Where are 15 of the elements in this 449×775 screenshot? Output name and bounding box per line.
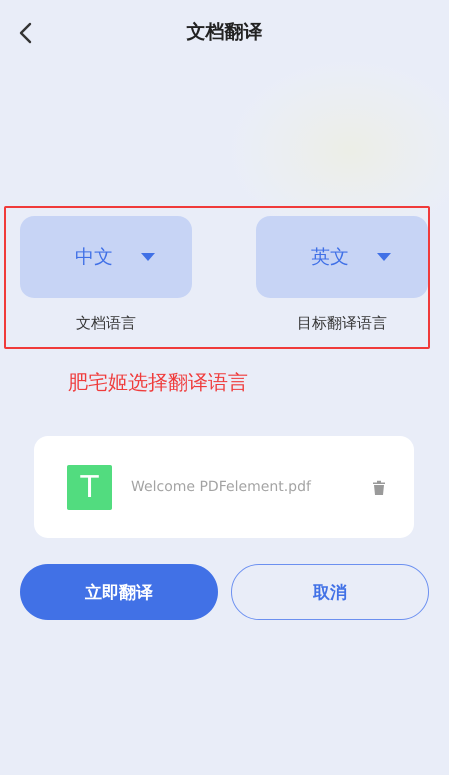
dropdown-caret-icon — [141, 253, 155, 261]
language-dropdown[interactable]: 英文 — [256, 216, 428, 298]
language-label: 文档语言 — [76, 314, 136, 333]
language-label: 目标翻译语言 — [297, 314, 387, 333]
back-icon — [18, 22, 32, 44]
page-title: 文档翻译 — [186, 20, 262, 45]
dropdown-caret-icon — [377, 253, 391, 261]
language-dropdown[interactable]: 中文 — [20, 216, 192, 298]
translate-button[interactable]: 立即翻译 — [20, 564, 218, 620]
file-name: Welcome PDFelement.pdf — [131, 479, 312, 495]
cancel-button[interactable]: 取消 — [231, 564, 429, 620]
file-type-icon: T — [67, 464, 112, 510]
annotation-text: 肥宅姬选择翻译语言 — [68, 369, 249, 396]
trash-icon — [372, 480, 386, 494]
delete-button[interactable] — [372, 480, 386, 494]
